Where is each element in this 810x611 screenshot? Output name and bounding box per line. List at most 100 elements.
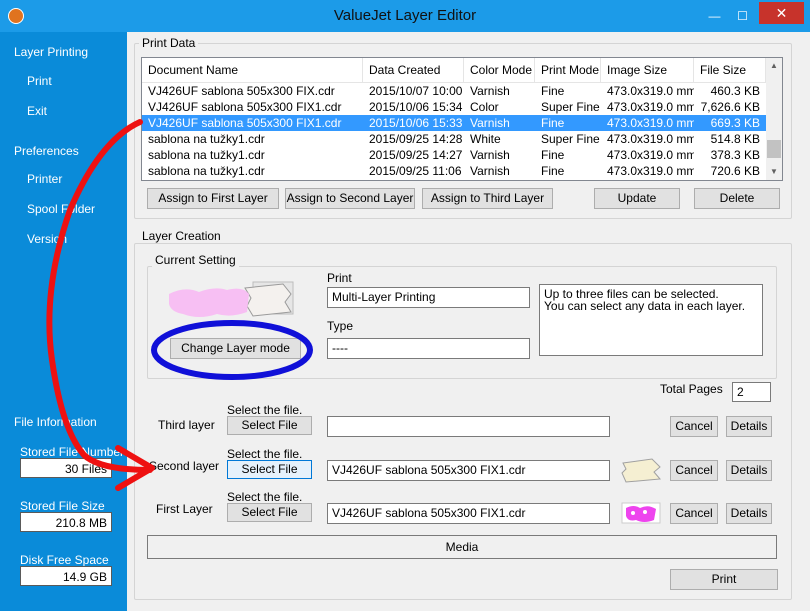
first-file-field[interactable]: VJ426UF sablona 505x300 FIX1.cdr (327, 503, 610, 524)
first-cancel-button[interactable]: Cancel (670, 503, 718, 524)
layer-creation-title: Layer Creation (139, 229, 224, 243)
sidebar-item-exit[interactable]: Exit (27, 104, 47, 118)
table-cell: 7,626.6 KB (700, 100, 760, 114)
third-file-field[interactable] (327, 416, 610, 437)
third-details-button[interactable]: Details (726, 416, 772, 437)
stored-file-number-value: 30 Files (20, 458, 112, 478)
update-button[interactable]: Update (594, 188, 680, 209)
second-file-field[interactable]: VJ426UF sablona 505x300 FIX1.cdr (327, 460, 610, 481)
third-select-hint: Select the file. (227, 403, 303, 417)
second-select-hint: Select the file. (227, 447, 303, 461)
scroll-thumb[interactable] (767, 140, 781, 158)
info-text: Up to three files can be selected. You c… (539, 284, 763, 356)
column-data-created[interactable]: Data Created (363, 58, 464, 82)
third-select-file-button[interactable]: Select File (227, 416, 312, 435)
second-cancel-button[interactable]: Cancel (670, 460, 718, 481)
table-cell: 2015/09/25 14:28 (369, 132, 463, 146)
table-cell: Fine (541, 84, 565, 98)
column-print-mode[interactable]: Print Mode (535, 58, 601, 82)
table-row[interactable]: sablona na tužky1.cdr 2015/09/25 11:06 Var… (142, 163, 766, 179)
type-field: ---- (327, 338, 530, 359)
disk-free-space-label: Disk Free Space (20, 553, 109, 567)
table-cell: Fine (541, 148, 565, 162)
table-cell: 669.3 KB (710, 116, 760, 130)
stored-file-size-label: Stored File Size (20, 499, 105, 513)
type-label: Type (327, 319, 354, 333)
table-cell: Varnish (470, 164, 510, 178)
second-details-button[interactable]: Details (726, 460, 772, 481)
table-cell: 473.0x319.0 mm (607, 116, 694, 130)
table-cell: 720.6 KB (710, 164, 760, 178)
column-file-size[interactable]: File Size (694, 58, 766, 82)
column-color-mode[interactable]: Color Mode (464, 58, 535, 82)
table-cell: Varnish (470, 148, 510, 162)
stored-file-size-value: 210.8 MB (20, 512, 112, 532)
table-cell: 2015/09/25 14:27 (369, 148, 463, 162)
table-cell: 473.0x319.0 mm (607, 132, 694, 146)
current-setting-title: Current Setting (152, 253, 239, 267)
layer-mode-preview-icon (169, 281, 294, 317)
print-mode-field: Multi-Layer Printing (327, 287, 530, 308)
sidebar-heading-file-information: File Information (14, 415, 97, 429)
change-layer-mode-button[interactable]: Change Layer mode (170, 338, 301, 359)
minimize-button[interactable]: — (701, 6, 728, 26)
sidebar-item-version[interactable]: Version (27, 232, 67, 246)
column-image-size[interactable]: Image Size (601, 58, 694, 82)
first-layer-label: First Layer (156, 502, 213, 516)
table-row[interactable]: VJ426UF sablona 505x300 FIX1.cdr 2015/10/… (142, 99, 766, 115)
table-cell: 473.0x319.0 mm (607, 84, 694, 98)
table-row[interactable]: VJ426UF sablona 505x300 FIX1.cdr 2015/10/… (142, 115, 766, 131)
table-cell: VJ426UF sablona 505x300 FIX1.cdr (148, 100, 342, 114)
table-row[interactable]: VJ426UF sablona 505x300 FIX.cdr 2015/10/0… (142, 83, 766, 99)
first-select-hint: Select the file. (227, 490, 303, 504)
window-title: ValueJet Layer Editor (333, 7, 477, 24)
first-layer-thumbnail-icon (621, 502, 661, 524)
sidebar-item-printer[interactable]: Printer (27, 172, 62, 186)
total-pages-field[interactable]: 2 (732, 382, 771, 402)
sidebar-item-print[interactable]: Print (27, 74, 52, 88)
table-cell: 473.0x319.0 mm (607, 148, 694, 162)
table-cell: 514.8 KB (710, 132, 760, 146)
sidebar-heading-preferences: Preferences (14, 144, 79, 158)
sidebar-item-spool-folder[interactable]: Spool Folder (27, 202, 95, 216)
print-data-list[interactable]: Document Name Data Created Color Mode Pr… (141, 57, 783, 181)
table-cell: 2015/10/06 15:34 (369, 100, 463, 114)
table-cell: sablona na tužky1.cdr (148, 164, 265, 178)
assign-first-layer-button[interactable]: Assign to First Layer (147, 188, 279, 209)
second-select-file-button[interactable]: Select File (227, 460, 312, 479)
table-cell: Color (470, 100, 499, 114)
disk-free-space-value: 14.9 GB (20, 566, 112, 586)
stored-file-number-label: Stored File Number (20, 445, 125, 459)
scroll-down-icon[interactable]: ▼ (766, 164, 782, 180)
delete-button[interactable]: Delete (694, 188, 780, 209)
media-button[interactable]: Media (147, 535, 777, 559)
sidebar-heading-layer-printing: Layer Printing (14, 45, 89, 59)
third-cancel-button[interactable]: Cancel (670, 416, 718, 437)
close-button[interactable]: ✕ (759, 2, 804, 24)
title-bar: ValueJet Layer Editor — ☐ ✕ (0, 0, 810, 32)
table-cell: sablona na tužky1.cdr (148, 132, 265, 146)
list-header: Document Name Data Created Color Mode Pr… (142, 58, 766, 83)
table-row[interactable]: sablona na tužky1.cdr 2015/09/25 14:28 Whi… (142, 131, 766, 147)
assign-second-layer-button[interactable]: Assign to Second Layer (285, 188, 415, 209)
scroll-up-icon[interactable]: ▲ (766, 58, 782, 74)
table-cell: Super Fine (541, 100, 600, 114)
table-cell: Fine (541, 116, 565, 130)
table-cell: 460.3 KB (710, 84, 760, 98)
assign-third-layer-button[interactable]: Assign to Third Layer (422, 188, 553, 209)
first-details-button[interactable]: Details (726, 503, 772, 524)
table-cell: Varnish (470, 84, 510, 98)
table-cell: Fine (541, 164, 565, 178)
table-cell: 2015/10/06 15:33 (369, 116, 463, 130)
list-scrollbar[interactable]: ▲ ▼ (766, 58, 782, 180)
table-row[interactable]: sablona na tužky1.cdr 2015/09/25 14:27 Var… (142, 147, 766, 163)
table-cell: VJ426UF sablona 505x300 FIX1.cdr (148, 116, 342, 130)
maximize-button[interactable]: ☐ (729, 6, 756, 26)
third-layer-label: Third layer (158, 418, 215, 432)
first-select-file-button[interactable]: Select File (227, 503, 312, 522)
table-cell: Varnish (470, 116, 510, 130)
print-button[interactable]: Print (670, 569, 778, 590)
column-document-name[interactable]: Document Name (142, 58, 363, 82)
table-cell: Super Fine (541, 132, 600, 146)
print-data-title: Print Data (139, 36, 199, 50)
